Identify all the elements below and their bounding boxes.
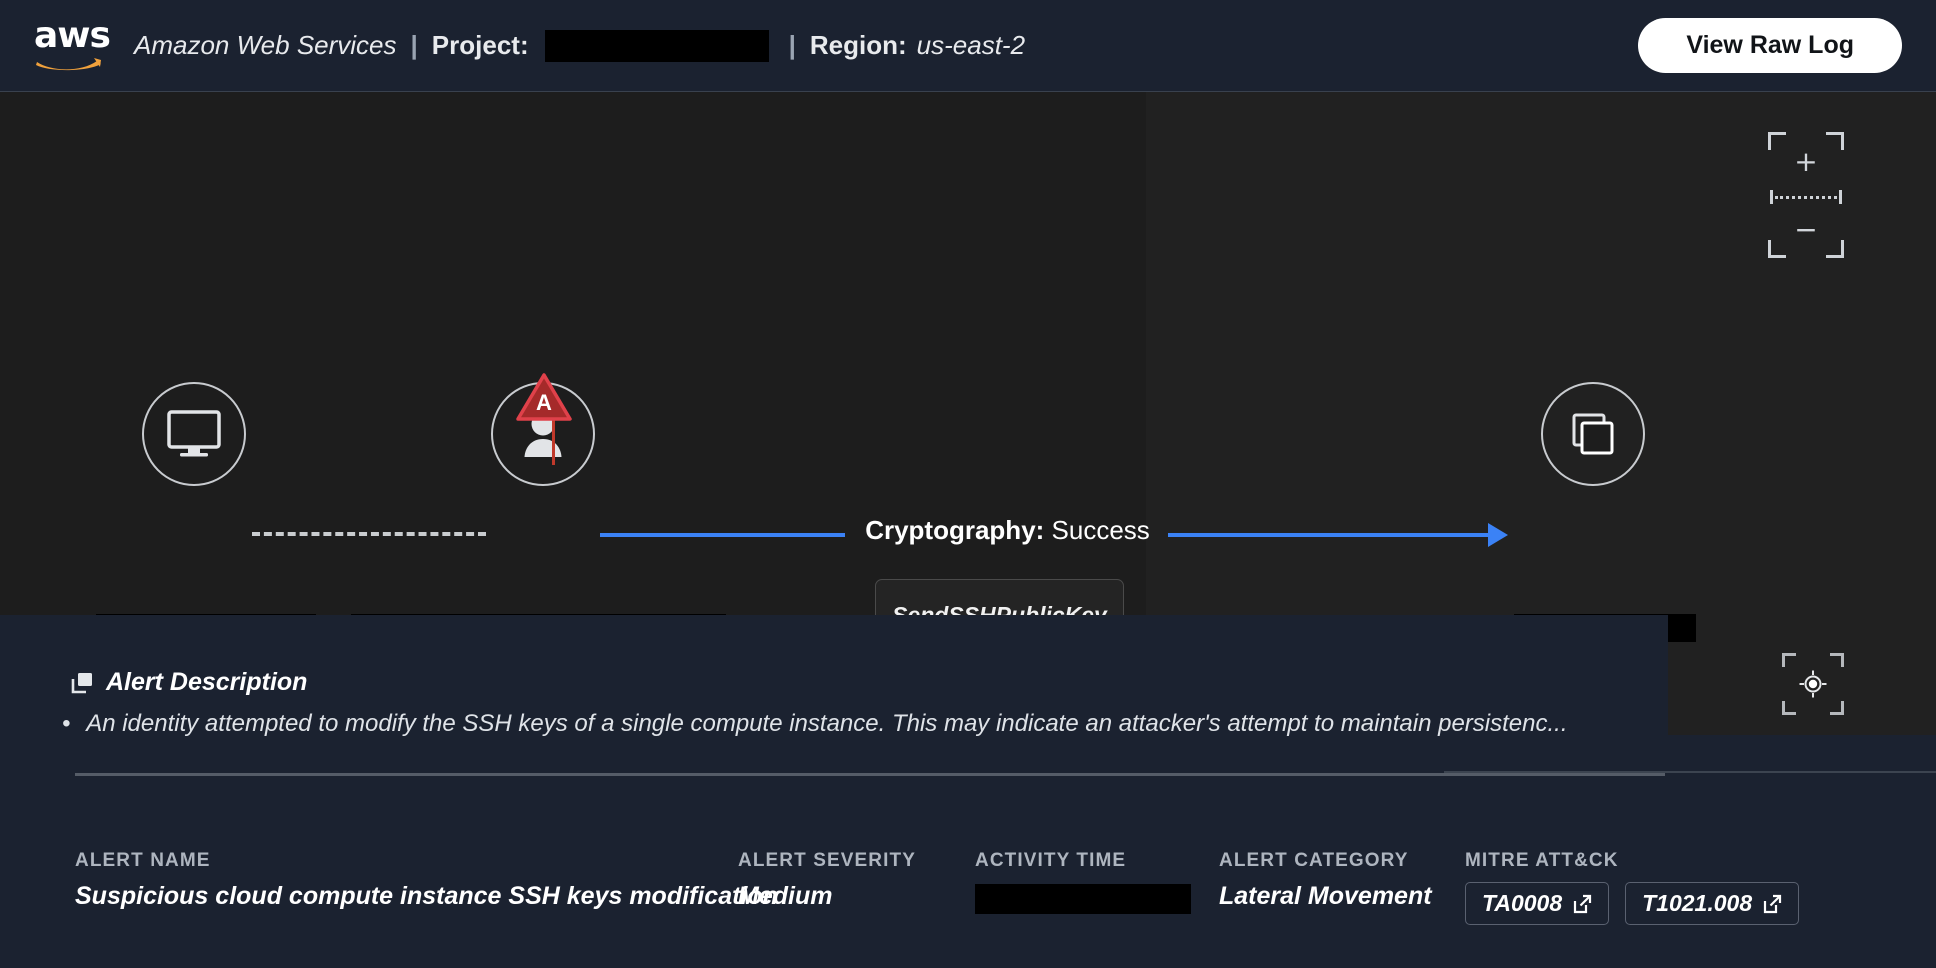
alert-description-text-row: • An identity attempted to modify the SS… xyxy=(62,710,1568,738)
zoom-corner-bl xyxy=(1768,240,1786,258)
zoom-corner-tl xyxy=(1768,132,1786,150)
meta-field-alert-name: ALERT NAME Suspicious cloud compute inst… xyxy=(75,850,778,911)
zoom-out-icon[interactable]: − xyxy=(1794,216,1817,244)
section-divider xyxy=(75,773,1665,776)
edge-arrowhead-icon xyxy=(1488,523,1508,547)
header-separator-2: | xyxy=(788,30,796,60)
provider-name: Amazon Web Services xyxy=(134,30,397,60)
alert-category-label: ALERT CATEGORY xyxy=(1219,850,1409,871)
edge-label-prefix: Cryptography: xyxy=(865,515,1045,545)
alert-description-text: An identity attempted to modify the SSH … xyxy=(86,710,1568,737)
view-raw-log-button[interactable]: View Raw Log xyxy=(1638,18,1902,73)
alert-meta-row: ALERT NAME Suspicious cloud compute inst… xyxy=(0,838,1936,958)
zoom-control[interactable]: + − xyxy=(1768,132,1844,258)
alert-name-value: Suspicious cloud compute instance SSH ke… xyxy=(75,882,778,910)
window-panel-icon xyxy=(71,672,92,693)
zoom-slider-track[interactable] xyxy=(1770,190,1842,204)
graph-node-compute-instance[interactable] xyxy=(1541,382,1645,486)
meta-field-mitre-attack: MITRE ATT&CK TA0008 T1021.008 xyxy=(1465,850,1800,925)
recenter-corner-br xyxy=(1830,701,1844,715)
aws-logo: aws xyxy=(34,14,111,72)
mitre-attack-label: MITRE ATT&CK xyxy=(1465,850,1619,871)
alert-description-heading: Alert Description xyxy=(106,668,308,696)
recenter-corner-tr xyxy=(1830,653,1844,667)
project-value-redacted xyxy=(544,29,769,62)
zoom-corner-tr xyxy=(1826,132,1844,150)
bullet-glyph: • xyxy=(62,710,71,737)
monitor-icon xyxy=(167,410,221,457)
meta-field-alert-category: ALERT CATEGORY Lateral Movement xyxy=(1219,850,1432,911)
mitre-chip-technique-code: T1021.008 xyxy=(1642,890,1753,916)
meta-field-alert-severity: ALERT SEVERITY Medium xyxy=(738,850,916,911)
app-header: aws Amazon Web Services | Project: | Reg… xyxy=(0,0,1936,92)
edge-label-to-instance xyxy=(1168,533,1498,537)
alert-badge-stem xyxy=(552,417,555,465)
aws-wordmark: aws xyxy=(34,14,111,56)
header-breadcrumb: Amazon Web Services | Project: | Region:… xyxy=(134,29,1026,62)
recenter-control[interactable] xyxy=(1782,653,1844,715)
alert-category-value: Lateral Movement xyxy=(1219,882,1432,910)
region-label: Region: xyxy=(809,30,907,60)
instance-icon xyxy=(1572,413,1614,455)
section-divider-right xyxy=(1444,771,1936,773)
external-link-icon xyxy=(1764,894,1782,913)
alert-severity-value: Medium xyxy=(738,882,833,910)
mitre-chip-technique[interactable]: T1021.008 xyxy=(1625,882,1800,925)
alert-name-label: ALERT NAME xyxy=(75,850,211,871)
zoom-track-dots xyxy=(1775,195,1837,199)
recenter-corner-tl xyxy=(1782,653,1796,667)
header-separator-1: | xyxy=(410,30,418,60)
alert-severity-label: ALERT SEVERITY xyxy=(738,850,916,871)
external-link-icon xyxy=(1574,894,1592,913)
alert-badge-letter: A xyxy=(536,390,552,415)
aws-smile-icon xyxy=(36,57,101,70)
project-label: Project: xyxy=(431,30,529,60)
alert-badge[interactable]: A xyxy=(516,373,572,421)
recenter-corner-bl xyxy=(1782,701,1796,715)
zoom-in-icon[interactable]: + xyxy=(1794,148,1817,176)
zoom-corner-br xyxy=(1826,240,1844,258)
activity-time-label: ACTIVITY TIME xyxy=(975,850,1127,871)
edge-host-to-identity xyxy=(252,532,486,536)
zoom-track-cap-right xyxy=(1839,190,1842,204)
activity-time-value-redacted xyxy=(975,884,1191,914)
mitre-chip-tactic[interactable]: TA0008 xyxy=(1465,882,1610,925)
crosshair-target-icon[interactable] xyxy=(1799,670,1827,698)
alert-description-header: Alert Description xyxy=(70,668,307,697)
region-value: us-east-2 xyxy=(916,30,1026,60)
zoom-track-cap-left xyxy=(1770,190,1773,204)
graph-node-source-host[interactable] xyxy=(142,382,246,486)
mitre-chip-list: TA0008 T1021.008 xyxy=(1465,882,1800,925)
edge-label-suffix: Success xyxy=(1051,515,1150,545)
meta-field-activity-time: ACTIVITY TIME xyxy=(975,850,1191,914)
mitre-chip-tactic-code: TA0008 xyxy=(1482,890,1563,916)
edge-identity-to-label xyxy=(600,533,845,537)
edge-label: Cryptography: Success xyxy=(845,515,1170,546)
